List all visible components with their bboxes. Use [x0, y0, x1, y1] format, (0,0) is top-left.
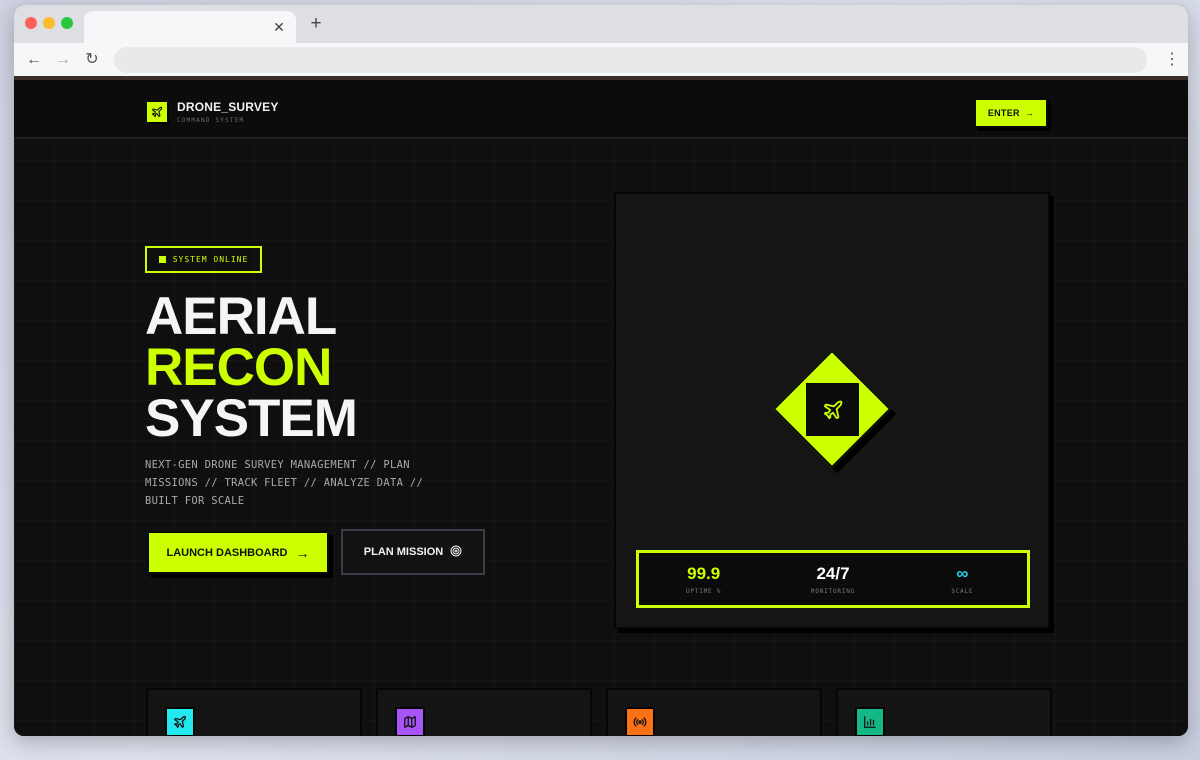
stat-label: SCALE [951, 587, 974, 595]
status-indicator-icon [158, 256, 166, 263]
arrow-right-icon: → [1024, 108, 1035, 118]
address-bar[interactable] [114, 47, 1147, 73]
browser-menu-button[interactable]: ⋮ [1164, 49, 1180, 71]
plane-icon [806, 383, 859, 436]
minimize-window-button[interactable] [43, 17, 55, 29]
enter-label: ENTER [987, 108, 1020, 118]
headline-line-2: RECON [145, 338, 332, 397]
browser-toolbar: ← → ↻ ⋮ [14, 43, 1188, 76]
broadcast-icon [625, 707, 655, 736]
headline-line-1: AERIAL [145, 287, 337, 346]
stat-scale: ∞ SCALE [898, 553, 1027, 605]
feature-card-fleet[interactable] [146, 688, 362, 736]
stat-value: ∞ [956, 563, 969, 583]
launch-dashboard-label: LAUNCH DASHBOARD [166, 546, 288, 559]
close-window-button[interactable] [25, 17, 37, 29]
plan-mission-label: PLAN MISSION [363, 546, 444, 558]
hero-tagline: NEXT-GEN DRONE SURVEY MANAGEMENT // PLAN… [145, 459, 424, 507]
plane-icon [147, 102, 167, 122]
feature-card-broadcast[interactable] [606, 688, 822, 736]
map-icon [395, 707, 425, 736]
page: DRONE_SURVEY COMMAND SYSTEM ENTER → SYST… [14, 80, 1188, 736]
reload-button[interactable]: ↻ [81, 49, 103, 71]
new-tab-button[interactable]: + [306, 14, 326, 34]
status-text: SYSTEM ONLINE [172, 255, 249, 264]
status-badge: SYSTEM ONLINE [145, 246, 262, 273]
enter-button[interactable]: ENTER → [974, 98, 1048, 128]
back-button[interactable]: ← [23, 49, 45, 71]
bar-chart-icon [855, 707, 885, 736]
stat-uptime: 99.9 UPTIME % [639, 553, 768, 605]
plan-mission-button[interactable]: PLAN MISSION [341, 529, 485, 575]
headline-line-3: SYSTEM [145, 389, 358, 448]
drone-emblem [772, 349, 897, 474]
feature-card-analytics[interactable] [836, 688, 1052, 736]
target-icon [450, 545, 462, 560]
stats-bar: 99.9 UPTIME % 24/7 MONITORING ∞ SCALE [636, 550, 1030, 608]
tab-close-icon[interactable]: ✕ [270, 18, 288, 36]
stat-value: 24/7 [816, 563, 850, 583]
browser-window: ✕ + ← → ↻ ⋮ DRONE_SURVEY COMMAND SYSTEM … [14, 5, 1188, 736]
brand-name[interactable]: DRONE_SURVEY [177, 100, 279, 114]
maximize-window-button[interactable] [61, 17, 73, 29]
hero-visual-panel: 99.9 UPTIME % 24/7 MONITORING ∞ SCALE [614, 192, 1050, 629]
stat-value: 99.9 [687, 563, 721, 583]
stat-monitoring: 24/7 MONITORING [768, 553, 897, 605]
brand-subtitle: COMMAND SYSTEM [177, 117, 245, 124]
top-navigation: DRONE_SURVEY COMMAND SYSTEM ENTER → [14, 80, 1188, 139]
stat-label: UPTIME % [686, 587, 722, 595]
active-tab[interactable]: ✕ [84, 11, 296, 43]
arrow-right-icon: → [295, 544, 310, 561]
forward-button[interactable]: → [52, 49, 74, 71]
feature-card-map[interactable] [376, 688, 592, 736]
hero-headline: AERIAL RECON SYSTEM [145, 287, 358, 448]
launch-dashboard-button[interactable]: LAUNCH DASHBOARD → [147, 531, 329, 574]
stat-label: MONITORING [810, 587, 856, 595]
tab-strip: ✕ + [14, 5, 1188, 43]
plane-icon [165, 707, 195, 736]
